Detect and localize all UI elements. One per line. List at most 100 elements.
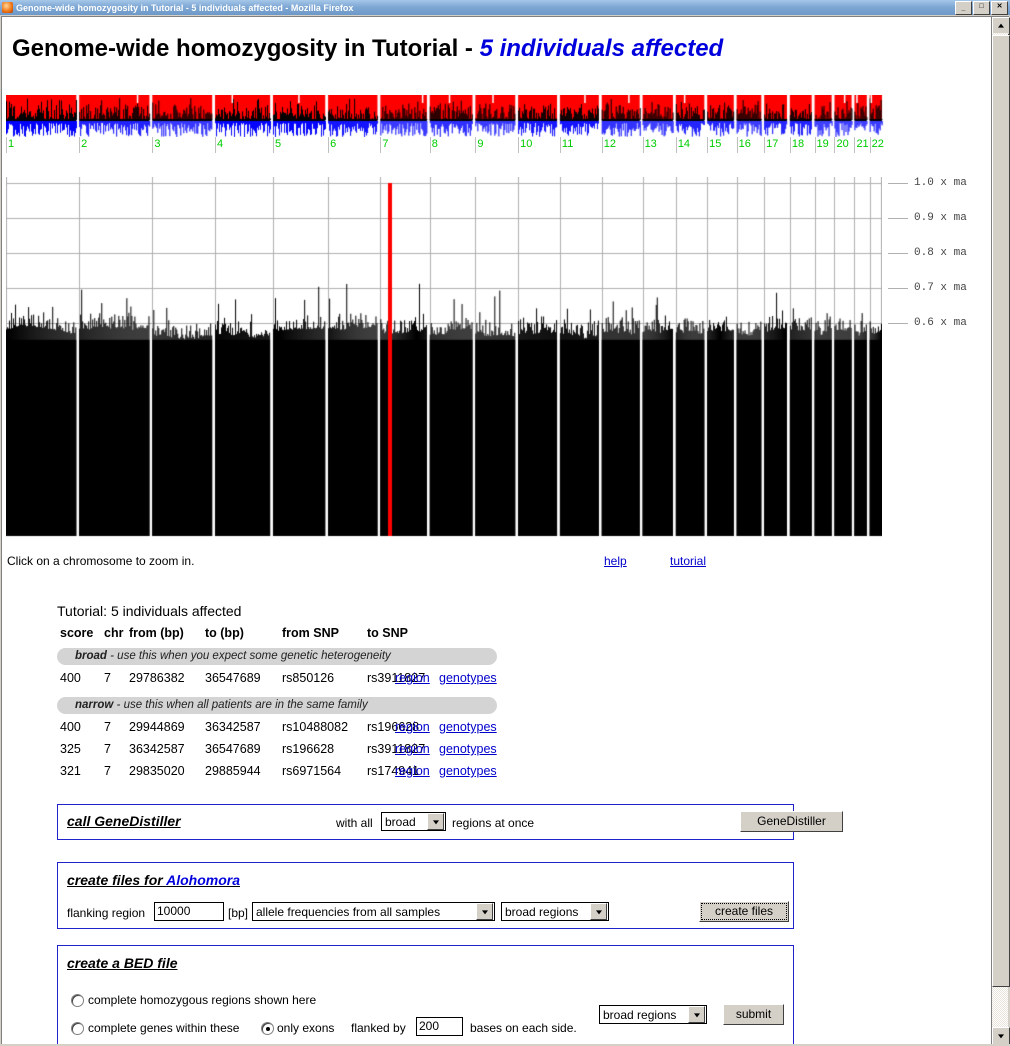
chromosome-label-13[interactable]: 13 [645, 138, 657, 150]
genedistiller-button[interactable]: GeneDistiller [740, 811, 843, 832]
chromosome-label-15[interactable]: 15 [709, 138, 721, 150]
submit-button[interactable]: submit [723, 1004, 784, 1025]
chromosome-label-12[interactable]: 12 [604, 138, 616, 150]
genotypes-link[interactable]: genotypes [439, 742, 497, 756]
radio-complete-genes[interactable] [71, 1022, 84, 1035]
flanking-region-input[interactable]: 10000 [154, 902, 224, 921]
scrollbar-thumb[interactable] [992, 35, 1010, 987]
scrollbar-track[interactable] [992, 33, 1008, 1029]
chromosome-tick [643, 137, 644, 153]
chromosome-label-16[interactable]: 16 [739, 138, 751, 150]
chromosome-label-4[interactable]: 4 [217, 138, 223, 150]
genedistiller-panel-title[interactable]: call GeneDistiller [67, 813, 181, 829]
chromosome-label-6[interactable]: 6 [330, 138, 336, 150]
allele-frequency-select-value: allele frequencies from all samples [256, 905, 476, 919]
window-controls: _ □ ✕ [955, 1, 1008, 15]
maximize-button[interactable]: □ [973, 1, 990, 15]
chromosome-label-9[interactable]: 9 [477, 138, 483, 150]
page-title-emphasis: 5 individuals affected [480, 35, 724, 62]
radio-complete-regions[interactable] [71, 994, 84, 1007]
radio-complete-regions-label: complete homozygous regions shown here [88, 993, 316, 1007]
y-axis-label: 0.9 x ma [914, 213, 967, 224]
chromosome-tick [854, 137, 855, 153]
chromosome-label-19[interactable]: 19 [817, 138, 829, 150]
genedistiller-regions-select[interactable]: broad [381, 812, 446, 831]
chromosome-tick [602, 137, 603, 153]
flanked-by-input[interactable]: 200 [416, 1017, 463, 1036]
y-axis-label: 0.7 x ma [914, 283, 967, 294]
cell-score: 321 [60, 764, 81, 778]
page-title-main: Genome-wide homozygosity in Tutorial - [12, 35, 480, 62]
results-body: broad - use this when you expect some ge… [57, 648, 527, 784]
table-row: 40072978638236547689rs850126rs3911827reg… [57, 669, 527, 691]
column-header-from-bp: from (bp) [129, 626, 184, 640]
scroll-down-button[interactable] [992, 1027, 1010, 1045]
chevron-up-icon [998, 24, 1004, 28]
radio-only-exons-label: only exons [277, 1021, 334, 1035]
close-button[interactable]: ✕ [991, 1, 1008, 15]
chromosome-tick [328, 137, 329, 153]
chromosome-label-11[interactable]: 11 [562, 138, 573, 150]
genotypes-link[interactable]: genotypes [439, 764, 497, 778]
genotypes-link[interactable]: genotypes [439, 671, 497, 685]
region-link[interactable]: region [395, 671, 430, 685]
cell-from-bp: 29835020 [129, 764, 185, 778]
alohomora-regions-select[interactable]: broad regions [501, 902, 609, 921]
cell-to-bp: 36547689 [205, 671, 261, 685]
histogram-canvas[interactable] [6, 177, 882, 537]
region-link[interactable]: region [395, 764, 430, 778]
y-axis-labels: 1.0 x ma0.9 x ma0.8 x ma0.7 x ma0.6 x ma [888, 167, 987, 497]
table-row: 40072994486936342587rs10488082rs196628re… [57, 718, 527, 740]
radio-only-exons[interactable] [261, 1022, 274, 1035]
homozygosity-histogram[interactable] [6, 177, 882, 537]
region-link[interactable]: region [395, 720, 430, 734]
chromosome-tick [815, 137, 816, 153]
genotypes-link[interactable]: genotypes [439, 720, 497, 734]
bed-file-panel-title: create a BED file [67, 955, 178, 971]
allele-frequency-select[interactable]: allele frequencies from all samples [252, 902, 495, 921]
chromosome-label-17[interactable]: 17 [766, 138, 778, 150]
chromosome-label-21[interactable]: 21 [856, 138, 868, 150]
vertical-scrollbar[interactable] [991, 17, 1009, 1045]
cell-score: 400 [60, 720, 81, 734]
chromosome-label-2[interactable]: 2 [81, 138, 87, 150]
chromosome-label-20[interactable]: 20 [836, 138, 848, 150]
cell-to-bp: 29885944 [205, 764, 261, 778]
chromosome-label-5[interactable]: 5 [275, 138, 281, 150]
cell-from-snp: rs850126 [282, 671, 334, 685]
radio-complete-genes-label: complete genes within these [88, 1021, 239, 1035]
chromosome-label-14[interactable]: 14 [678, 138, 690, 150]
results-group-description: - use this when all patients are in the … [113, 699, 367, 711]
cell-chr: 7 [104, 742, 111, 756]
chromosome-label-3[interactable]: 3 [154, 138, 160, 150]
chromosome-label-22[interactable]: 22 [872, 138, 884, 150]
chromosome-label-7[interactable]: 7 [382, 138, 388, 150]
results-group-description: - use this when you expect some genetic … [107, 650, 391, 662]
tutorial-link[interactable]: tutorial [670, 554, 706, 568]
cell-score: 400 [60, 671, 81, 685]
column-header-from-snp: from SNP [282, 626, 339, 640]
minimize-button[interactable]: _ [955, 1, 972, 15]
chromosome-tick [475, 137, 476, 153]
results-group-header: narrow - use this when all patients are … [57, 697, 497, 714]
y-axis-tick [888, 183, 908, 184]
ideogram-canvas[interactable] [6, 95, 884, 137]
chromosome-label-8[interactable]: 8 [432, 138, 438, 150]
y-axis-label: 1.0 x ma [914, 178, 967, 189]
create-files-button[interactable]: create files [699, 901, 789, 922]
chromosome-label-1[interactable]: 1 [8, 138, 14, 150]
region-link[interactable]: region [395, 742, 430, 756]
chromosome-label-18[interactable]: 18 [792, 138, 804, 150]
cell-chr: 7 [104, 764, 111, 778]
bed-regions-select[interactable]: broad regions [599, 1005, 707, 1024]
browser-window: Genome-wide homozygosity in Tutorial - 5… [0, 0, 1010, 1046]
column-header-to-bp: to (bp) [205, 626, 244, 640]
chromosome-label-10[interactable]: 10 [520, 138, 532, 150]
y-axis-tick [888, 288, 908, 289]
y-axis-label: 0.8 x ma [914, 248, 967, 259]
chromosome-ideogram[interactable] [6, 95, 884, 137]
alohomora-title-app[interactable]: Alohomora [166, 872, 240, 888]
page-title: Genome-wide homozygosity in Tutorial - 5… [12, 35, 723, 63]
help-link[interactable]: help [604, 554, 627, 568]
cell-from-bp: 36342587 [129, 742, 185, 756]
